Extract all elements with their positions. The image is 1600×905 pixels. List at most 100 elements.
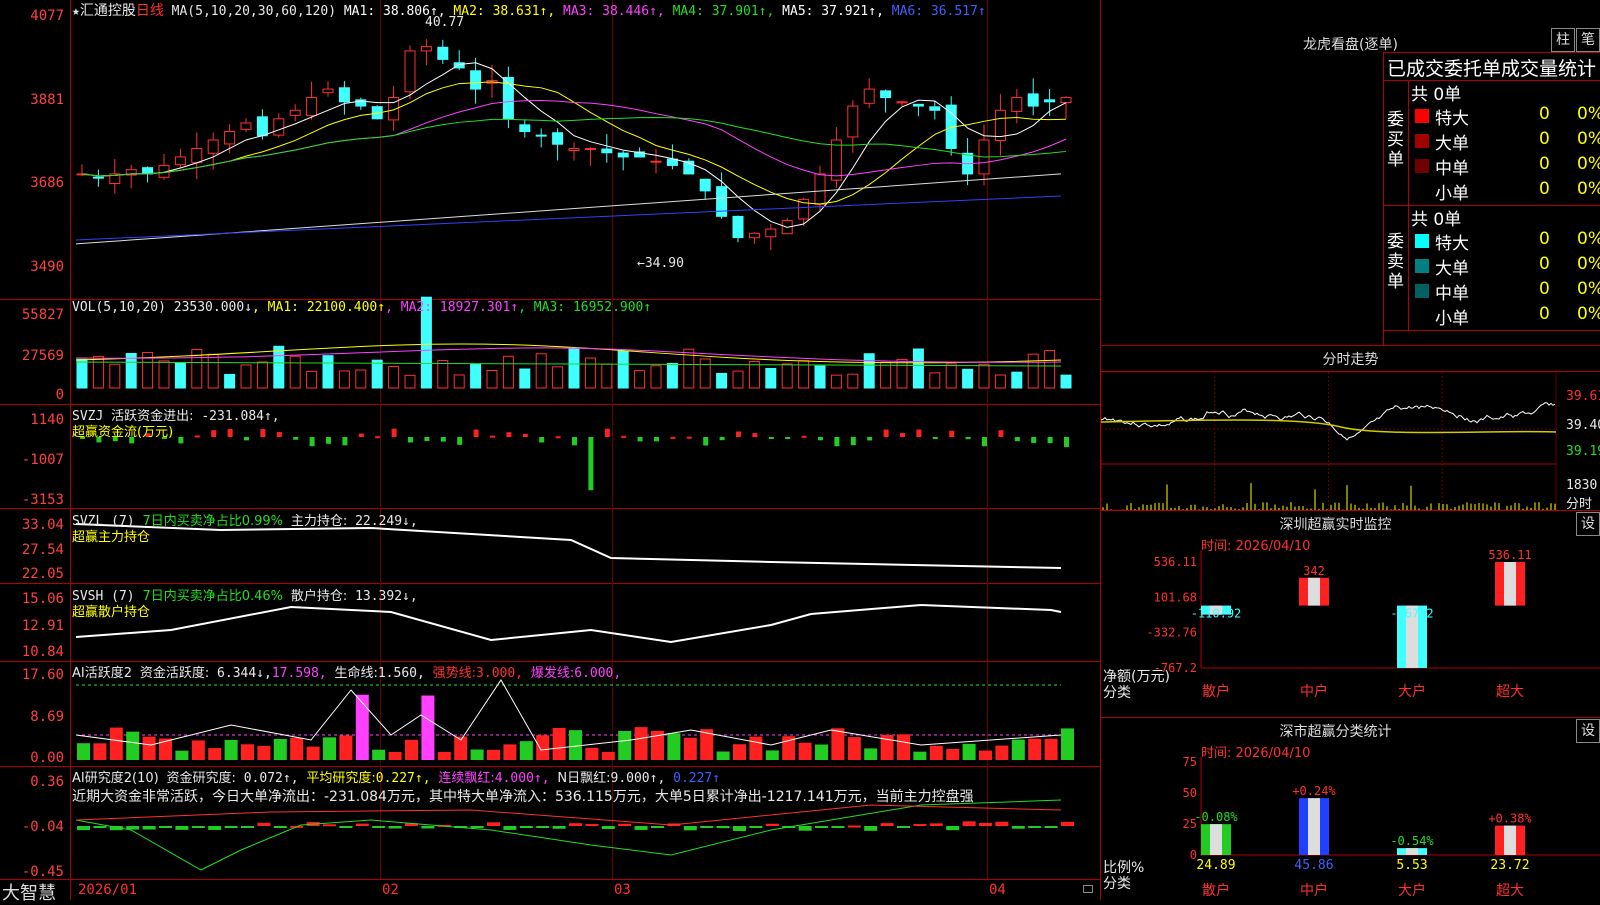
activity-bar [601,751,615,760]
sz-monitor-y-tick: -332.76 [1146,626,1197,640]
price-tick: 3686 [30,175,64,191]
research-bar [241,826,254,828]
candle-body [732,215,744,239]
retail-holding-line [75,603,1062,644]
candle-body [896,101,908,104]
order-row: 大单 0 0% [1409,254,1600,279]
volume-bar [863,353,875,389]
activity-bar [241,744,254,760]
volume-bar [289,355,301,389]
bar-view-button[interactable]: 柱 [1551,28,1575,52]
activity-bar [995,745,1009,760]
activity-bar [470,749,484,760]
ai-research-title: AI研究度2(10) 资金研究度: 0.072↑, 平均研究度:0.227↑, … [72,771,721,786]
sz-monitor-ylabel2: 分类 [1103,685,1131,701]
sz-monitor-bar-highlight [1308,577,1320,606]
favorite-star-icon[interactable]: ★ [72,4,80,19]
research-bar [536,826,550,828]
ma120-line [75,195,1062,241]
candle-body [748,232,760,239]
candle-body [240,122,252,130]
activity-bar [126,731,140,760]
order-pct: 0% [1577,104,1600,124]
research-bar [191,826,205,828]
sz-monitor-settings-button[interactable]: 设 [1576,512,1600,536]
volume-bar [338,370,350,389]
research-bar [601,826,615,829]
money-flow-bar [1014,437,1020,442]
intraday-panel[interactable]: 分时走势 39.61 39.40 39.19 1830 分时 [1101,345,1600,512]
research-bar [388,826,402,829]
volume-bar [453,374,465,389]
chart-area[interactable]: 4077 3881 3686 3490 55827 27569 0 1140 -… [0,0,1100,904]
lock-icon[interactable] [1083,885,1093,893]
activity-bar [1044,738,1058,760]
activity-bar [323,737,336,760]
sz-monitor-value-label: -767.2 [1390,607,1433,621]
svzl-tick: 27.54 [21,542,64,558]
money-flow-bar [818,437,823,441]
period-label[interactable]: 日线 [136,3,164,19]
money-flow-bar [358,433,364,437]
volume-bar [978,363,990,389]
sz-class-bar-highlight [1504,825,1516,855]
activity-bar [1028,738,1042,760]
volume-bar [256,361,268,389]
money-flow-bar [736,431,741,437]
volume-bar [470,363,482,389]
svzl-tick: 22.05 [21,566,64,582]
money-flow-bar [194,435,200,438]
money-flow-bar [342,437,348,446]
date-label: 02 [382,882,399,898]
research-bar [831,826,845,828]
money-flow-bar [686,436,692,439]
candle-body [699,178,711,192]
sz-class-settings-button[interactable]: 设 [1576,719,1600,743]
volume-bar [502,355,514,389]
volume-bar [781,363,793,389]
color-swatch [1415,109,1429,123]
activity-bar [355,694,369,760]
activity-bar [519,741,533,760]
stock-name: 汇通控股 [79,3,136,19]
color-swatch [1415,309,1429,323]
activity-bar [634,727,648,760]
svzj-tick: -3153 [21,492,64,508]
volume-bar [92,355,104,389]
svzj-tick: -1007 [21,452,64,468]
research-bar [93,826,107,828]
ma-value: MA4: 37.901↑, [664,4,775,19]
price-tick: 4077 [30,8,64,24]
sz-class-change-label: -0.54% [1390,834,1434,848]
money-flow-bar [801,435,807,438]
volume-bar [388,366,400,389]
candle-body [765,228,777,238]
money-flow-bar [178,437,184,444]
ai-active-tick: 17.60 [21,667,64,683]
sz-class-category: 散户 [1202,882,1230,899]
volume-bar [912,348,924,389]
candle-body [814,173,826,205]
money-flow-bar [998,430,1004,437]
money-flow-bar [424,437,430,441]
tick-view-button[interactable]: 笔 [1576,28,1600,52]
volume-bar [76,358,88,389]
activity-bar [979,750,992,760]
money-flow-bar [900,432,905,437]
sz-class-chart: 7550250-0.08%24.89散户+0.24%45.86中户-0.54%5… [1183,757,1600,899]
ma-value: MA5: 37.921↑, [774,4,884,19]
activity-bar [503,744,517,760]
order-row: 大单 0 0% [1409,129,1600,154]
sz-monitor-chart: 536.11101.68-332.76-767.2-110.92散户342中户-… [1146,550,1600,700]
research-line [75,799,1062,871]
candle-body [617,152,629,158]
money-flow-bar [883,429,889,437]
money-flow-bar [391,428,397,437]
money-flow-bar [949,430,955,437]
buy-side-label: 委买单 [1387,110,1404,170]
sz-class-panel: 深市超赢分类统计 设 时间: 2026/04/10 75 50 25 0 -0.08% 2… [1101,717,1600,900]
order-pct: 0% [1577,279,1600,299]
money-flow-bar [227,429,233,437]
money-flow-bar [768,437,774,439]
order-count: 0 [1539,229,1550,249]
